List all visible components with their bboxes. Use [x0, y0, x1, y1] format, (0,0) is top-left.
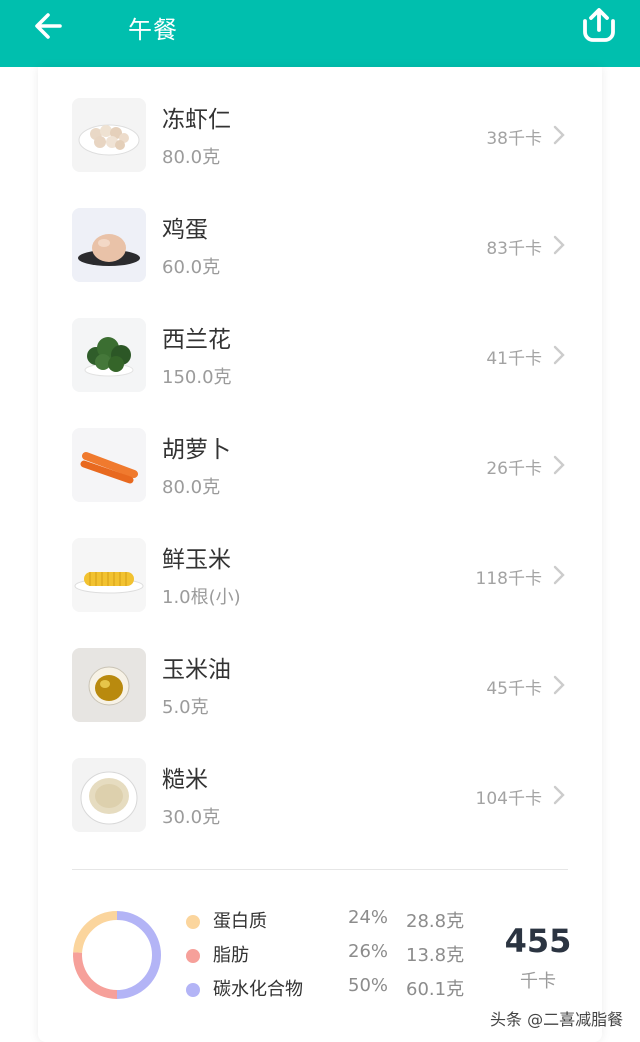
- food-calories: 38千卡: [486, 129, 542, 149]
- food-name: 糙米: [162, 767, 208, 793]
- legend-dot: [186, 915, 200, 929]
- top-bar: 午餐: [0, 0, 640, 67]
- chevron-right-icon: [553, 785, 565, 805]
- food-item-corn[interactable]: 鲜玉米 1.0根(小) 118千卡: [38, 538, 602, 618]
- food-item-frozen-shrimp[interactable]: 冻虾仁 80.0克 38千卡: [38, 98, 602, 178]
- food-name: 西兰花: [162, 327, 231, 353]
- brown-rice-image: [72, 758, 146, 832]
- egg-image: [72, 208, 146, 282]
- food-amount: 60.0克: [162, 257, 221, 278]
- carrot-image: [72, 428, 146, 502]
- chevron-right-icon: [553, 565, 565, 585]
- back-button[interactable]: [30, 9, 70, 43]
- total-calories-unit: 千卡: [520, 971, 556, 992]
- nutrient-percent: 26%: [348, 941, 389, 962]
- food-item-brown-rice[interactable]: 糙米 30.0克 104千卡: [38, 758, 602, 838]
- meal-card: 冻虾仁 80.0克 38千卡 鸡蛋 60.0克 83千卡 西兰花 150.0克 …: [38, 67, 602, 1042]
- legend-dot: [186, 949, 200, 963]
- food-name: 鲜玉米: [162, 547, 231, 573]
- food-calories: 41千卡: [486, 349, 542, 369]
- chevron-right-icon: [553, 345, 565, 365]
- watermark: 头条 @二喜减脂餐: [490, 1010, 624, 1029]
- food-name: 鸡蛋: [162, 217, 208, 243]
- donut-segment: [73, 952, 118, 999]
- food-item-carrot[interactable]: 胡萝卜 80.0克 26千卡: [38, 428, 602, 508]
- nutrient-name: 蛋白质: [213, 911, 267, 932]
- legend-dot: [186, 983, 200, 997]
- food-item-egg[interactable]: 鸡蛋 60.0克 83千卡: [38, 208, 602, 288]
- chevron-right-icon: [553, 675, 565, 695]
- food-calories: 104千卡: [475, 789, 542, 809]
- food-calories: 83千卡: [486, 239, 542, 259]
- food-amount: 1.0根(小): [162, 587, 241, 608]
- food-amount: 30.0克: [162, 807, 221, 828]
- chevron-right-icon: [553, 455, 565, 475]
- arrow-left-icon: [35, 13, 62, 39]
- food-calories: 118千卡: [475, 569, 542, 589]
- food-amount: 5.0克: [162, 697, 209, 718]
- food-calories: 26千卡: [486, 459, 542, 479]
- nutrient-name: 碳水化合物: [213, 979, 303, 1000]
- upload-button[interactable]: [578, 5, 620, 45]
- upload-icon: [583, 8, 615, 42]
- broccoli-image: [72, 318, 146, 392]
- macro-donut-chart: [73, 911, 161, 999]
- chevron-right-icon: [553, 125, 565, 145]
- food-item-broccoli[interactable]: 西兰花 150.0克 41千卡: [38, 318, 602, 398]
- nutrient-name: 脂肪: [213, 945, 249, 966]
- donut-segment: [116, 911, 161, 999]
- frozen-shrimp-image: [72, 98, 146, 172]
- total-calories: 455: [504, 922, 572, 960]
- food-name: 胡萝卜: [162, 437, 231, 463]
- nutrient-percent: 24%: [348, 907, 389, 928]
- food-item-corn-oil[interactable]: 玉米油 5.0克 45千卡: [38, 648, 602, 728]
- divider: [72, 869, 568, 870]
- nutrient-grams: 13.8克: [406, 945, 465, 966]
- nutrient-grams: 60.1克: [406, 979, 465, 1000]
- food-name: 冻虾仁: [162, 107, 231, 133]
- food-amount: 80.0克: [162, 477, 221, 498]
- nutrient-percent: 50%: [348, 975, 389, 996]
- nutrient-grams: 28.8克: [406, 911, 465, 932]
- food-name: 玉米油: [162, 657, 231, 683]
- donut-segment: [73, 911, 118, 954]
- food-amount: 80.0克: [162, 147, 221, 168]
- corn-image: [72, 538, 146, 612]
- food-amount: 150.0克: [162, 367, 232, 388]
- corn-oil-image: [72, 648, 146, 722]
- food-calories: 45千卡: [486, 679, 542, 699]
- chevron-right-icon: [553, 235, 565, 255]
- page-title: 午餐: [128, 16, 178, 44]
